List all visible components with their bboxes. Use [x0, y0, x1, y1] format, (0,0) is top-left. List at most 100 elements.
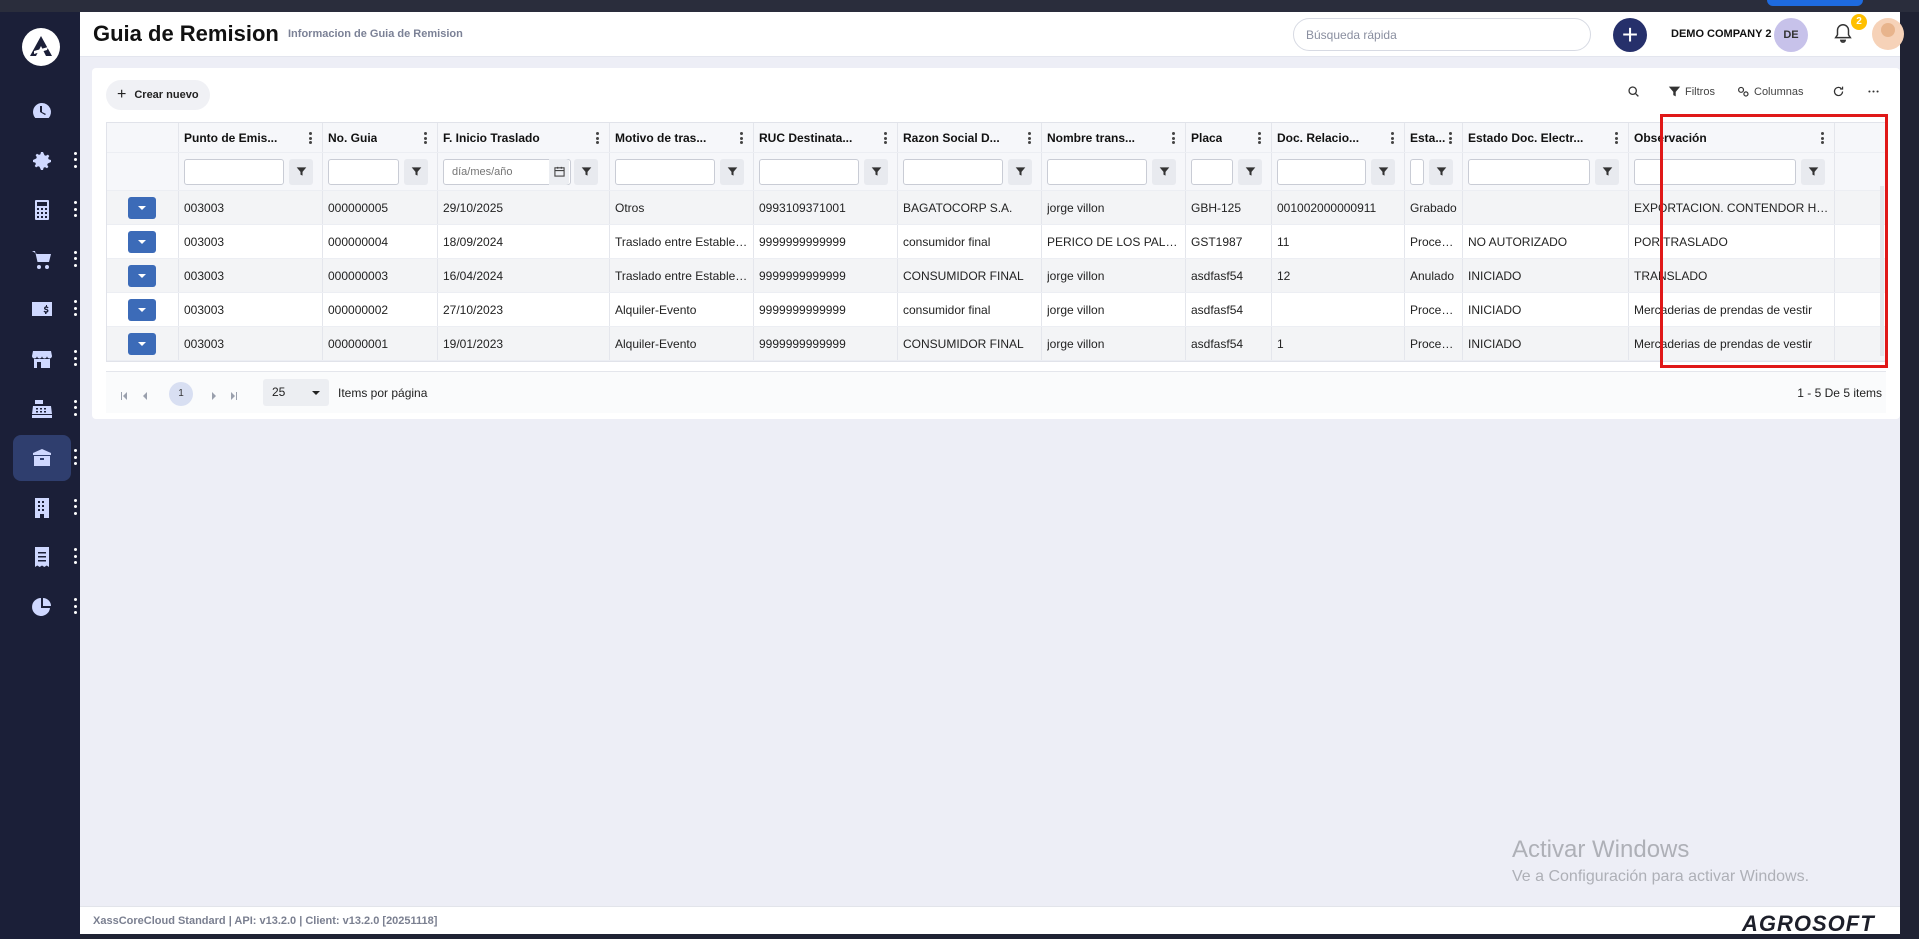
row-action-button[interactable]: [128, 264, 156, 287]
sidebar-item-menu-icon[interactable]: [72, 151, 78, 168]
calendar-icon[interactable]: [549, 158, 569, 185]
add-icon[interactable]: +: [1613, 18, 1647, 52]
column-menu-icon[interactable]: [1449, 132, 1452, 144]
create-new-button[interactable]: + Crear nuevo: [106, 80, 210, 110]
company-name[interactable]: DEMO COMPANY 2: [1671, 28, 1771, 40]
first-page-icon[interactable]: [120, 387, 130, 400]
filter-icon[interactable]: [1371, 158, 1395, 185]
page-size-select[interactable]: 25: [263, 379, 329, 406]
column-header[interactable]: Placa: [1186, 123, 1272, 152]
filter-icon[interactable]: [1008, 158, 1032, 185]
column-menu-icon[interactable]: [1821, 132, 1824, 144]
more-options-icon[interactable]: [1867, 85, 1880, 98]
sidebar-item-menu-icon[interactable]: [72, 201, 78, 218]
sidebar-item-menu-icon[interactable]: [72, 449, 78, 466]
sidebar-item-dashboard[interactable]: [13, 88, 71, 134]
column-menu-icon[interactable]: [884, 132, 887, 144]
column-filter-input[interactable]: [759, 158, 859, 185]
sidebar-item-menu-icon[interactable]: [72, 350, 78, 366]
row-action-button[interactable]: [128, 196, 156, 219]
filter-icon[interactable]: [1238, 158, 1262, 185]
sidebar-item-menu-icon[interactable]: [72, 548, 78, 565]
cell-value: 12: [1277, 268, 1291, 283]
next-page-icon[interactable]: [210, 387, 220, 400]
column-filter-input[interactable]: [1191, 158, 1233, 185]
grid-scrollbar[interactable]: [1880, 186, 1884, 356]
last-page-icon[interactable]: [230, 387, 240, 400]
filter-icon[interactable]: [289, 158, 313, 185]
column-menu-icon[interactable]: [309, 132, 312, 144]
user-avatar[interactable]: [1872, 18, 1904, 50]
column-filter-input[interactable]: [1047, 158, 1147, 185]
sidebar-item-menu-icon[interactable]: [72, 598, 78, 614]
sidebar-item-cart[interactable]: [13, 237, 71, 283]
column-filter-input[interactable]: [184, 158, 284, 185]
browser-button[interactable]: [1767, 0, 1863, 6]
sidebar-item-calculator[interactable]: [13, 187, 71, 233]
filter-icon[interactable]: [1801, 158, 1825, 185]
row-action-button[interactable]: [128, 230, 156, 253]
sidebar-item-menu-icon[interactable]: [72, 250, 78, 267]
row-action-button[interactable]: [128, 332, 156, 355]
column-filter-input[interactable]: [903, 158, 1003, 185]
column-header[interactable]: F. Inicio Traslado: [438, 123, 610, 152]
table-row[interactable]: 003003 000000003 16/04/2024 Traslado entre …: [107, 259, 1885, 293]
column-menu-icon[interactable]: [740, 132, 743, 144]
table-row[interactable]: 003003 000000004 18/09/2024 Traslado entre …: [107, 225, 1885, 259]
column-filter-input[interactable]: [1410, 158, 1424, 185]
filter-icon[interactable]: [1595, 158, 1619, 185]
column-menu-icon[interactable]: [424, 132, 427, 144]
column-menu-icon[interactable]: [1172, 132, 1175, 144]
filter-icon[interactable]: [1429, 158, 1453, 185]
sidebar-item-box[interactable]: [13, 435, 71, 482]
filter-icon[interactable]: [864, 158, 888, 185]
sidebar-item-cash-register[interactable]: [13, 386, 71, 432]
column-filter-input[interactable]: [328, 158, 399, 185]
column-filter-input[interactable]: [1634, 158, 1796, 185]
sidebar-item-pie-chart[interactable]: [13, 584, 71, 630]
filter-icon[interactable]: [404, 158, 428, 185]
table-row[interactable]: 003003 000000001 19/01/2023 Alquiler-Evento…: [107, 327, 1885, 361]
column-menu-icon[interactable]: [596, 132, 599, 144]
columns-button[interactable]: Columnas: [1737, 85, 1804, 98]
sidebar-item-building[interactable]: [13, 485, 71, 531]
sidebar-item-menu-icon[interactable]: [72, 399, 78, 416]
sidebar-item-receipt[interactable]: [13, 534, 71, 580]
column-filter-input[interactable]: [1468, 158, 1590, 185]
sidebar-item-money-card[interactable]: [13, 286, 71, 332]
refresh-icon[interactable]: [1832, 85, 1845, 98]
app-logo[interactable]: [22, 28, 60, 66]
column-menu-icon[interactable]: [1615, 132, 1618, 144]
column-menu-icon[interactable]: [1258, 132, 1261, 144]
column-header[interactable]: Nombre trans...: [1042, 123, 1186, 152]
column-menu-icon[interactable]: [1391, 132, 1394, 144]
column-header[interactable]: Esta...: [1405, 123, 1463, 152]
column-menu-icon[interactable]: [1028, 132, 1031, 144]
column-header[interactable]: RUC Destinata...: [754, 123, 898, 152]
company-avatar[interactable]: DE: [1774, 18, 1808, 52]
row-action-button[interactable]: [128, 298, 156, 321]
current-page-button[interactable]: 1: [169, 382, 193, 406]
column-header[interactable]: Motivo de tras...: [610, 123, 754, 152]
sidebar-item-menu-icon[interactable]: [72, 498, 78, 515]
sidebar-item-store[interactable]: [13, 336, 71, 382]
filter-icon[interactable]: [720, 158, 744, 185]
filter-icon[interactable]: [574, 158, 598, 185]
column-header[interactable]: Doc. Relacio...: [1272, 123, 1405, 152]
column-header[interactable]: No. Guia: [323, 123, 438, 152]
prev-page-icon[interactable]: [141, 387, 151, 400]
filter-icon[interactable]: [1152, 158, 1176, 185]
sidebar-item-menu-icon[interactable]: [72, 300, 78, 317]
column-header[interactable]: Estado Doc. Electr...: [1463, 123, 1629, 152]
column-filter-input[interactable]: [1277, 158, 1366, 185]
sidebar-item-gear[interactable]: [13, 138, 71, 184]
column-header[interactable]: Razon Social D...: [898, 123, 1042, 152]
column-header[interactable]: Observación: [1629, 123, 1835, 152]
column-header[interactable]: Punto de Emis...: [179, 123, 323, 152]
quick-search-input[interactable]: [1293, 18, 1591, 51]
table-row[interactable]: 003003 000000002 27/10/2023 Alquiler-Evento…: [107, 293, 1885, 327]
filters-button[interactable]: Filtros: [1668, 85, 1715, 98]
table-row[interactable]: 003003 000000005 29/10/2025 Otros 0993109371…: [107, 191, 1885, 225]
column-filter-input[interactable]: [615, 158, 715, 185]
search-icon[interactable]: [1627, 85, 1640, 98]
